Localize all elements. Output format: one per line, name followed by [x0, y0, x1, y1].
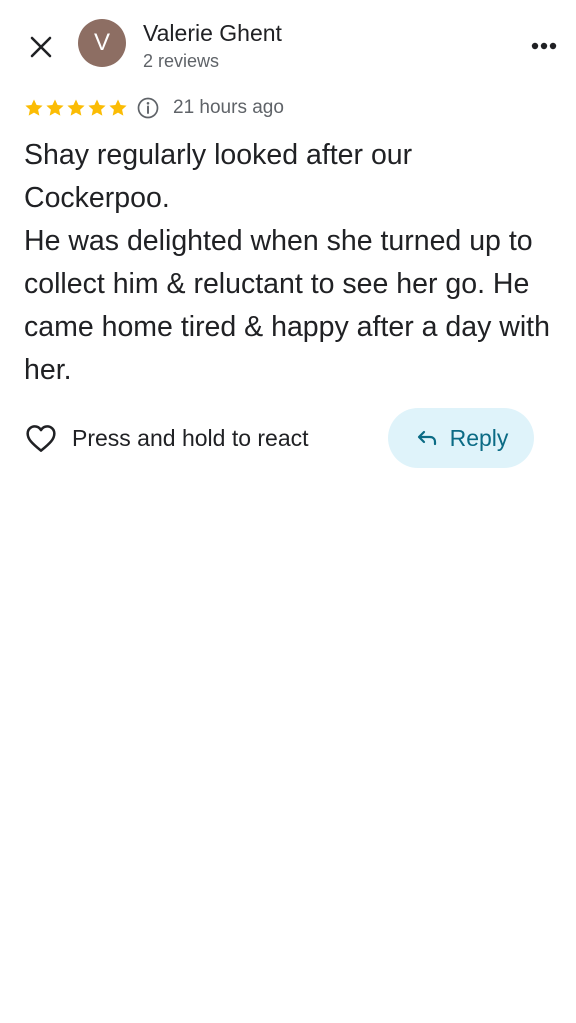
avatar[interactable]: V — [78, 19, 126, 67]
author-name[interactable]: Valerie Ghent — [143, 20, 282, 47]
review-detail-page: V Valerie Ghent 2 reviews 21 hours ago S… — [0, 0, 576, 1023]
reply-button[interactable]: Reply — [388, 408, 534, 468]
reply-arrow-icon — [414, 425, 440, 451]
close-icon — [30, 36, 52, 58]
star-filled-icon — [108, 98, 128, 118]
avatar-initial: V — [93, 29, 110, 56]
author-review-count: 2 reviews — [143, 51, 220, 71]
more-horizontal-icon — [531, 42, 557, 50]
react-button[interactable]: Press and hold to react — [24, 420, 309, 456]
star-filled-icon — [66, 98, 86, 118]
star-rating — [24, 98, 128, 118]
info-icon[interactable] — [136, 96, 160, 120]
more-options-button[interactable] — [524, 28, 564, 64]
star-filled-icon — [24, 98, 44, 118]
react-label: Press and hold to react — [72, 424, 309, 451]
star-filled-icon — [45, 98, 65, 118]
reply-label: Reply — [449, 424, 509, 451]
review-text: Shay regularly looked after our Cockerpo… — [24, 139, 550, 386]
heart-outline-icon — [24, 421, 58, 455]
star-filled-icon — [87, 98, 107, 118]
review-time: 21 hours ago — [173, 97, 284, 118]
rating-row: 21 hours ago — [24, 94, 284, 122]
close-button[interactable] — [24, 30, 58, 64]
